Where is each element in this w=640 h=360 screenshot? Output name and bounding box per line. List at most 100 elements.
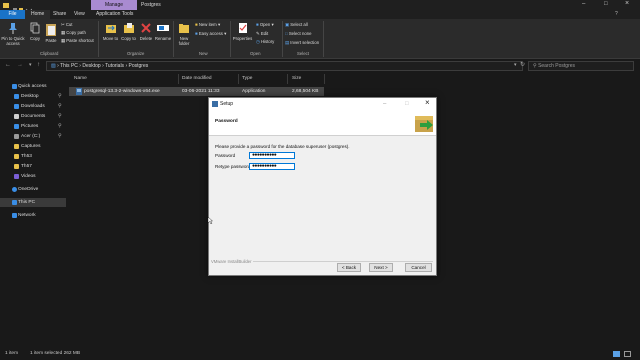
breadcrumb-this-pc[interactable]: This PC — [60, 63, 78, 69]
maximize-button[interactable]: □ — [604, 1, 608, 7]
select-none-button[interactable]: □ Select none — [285, 31, 319, 40]
search-box[interactable]: ⚲ Search Postgres — [528, 61, 634, 71]
manage-context-tab[interactable]: Manage — [91, 0, 137, 10]
copy-button[interactable]: Copy — [28, 22, 42, 41]
column-separator[interactable] — [287, 74, 288, 84]
dialog-maximize-button[interactable]: □ — [405, 98, 409, 110]
refresh-icon[interactable]: ↻ — [520, 61, 525, 68]
nav-item-pictures[interactable]: Pictures ⚲ — [0, 122, 66, 131]
paste-label: Paste — [45, 38, 57, 43]
nav-item-downloads[interactable]: Downloads ⚲ — [0, 102, 66, 111]
drive-icon — [14, 134, 19, 139]
nav-item-quick-access[interactable]: Quick access — [0, 82, 66, 91]
nav-item-onedrive[interactable]: OneDrive — [0, 185, 66, 194]
tab-file[interactable]: File — [0, 10, 25, 19]
recent-locations-button[interactable]: ▾ — [29, 62, 32, 68]
ribbon-separator — [323, 21, 324, 57]
installer-exe-icon — [76, 88, 82, 95]
history-button[interactable]: ◷ History — [256, 39, 274, 47]
quick-access-toolbar[interactable] — [12, 1, 33, 13]
address-bar[interactable]: ▧ › This PC › Desktop › Tutorials › Post… — [46, 61, 523, 71]
dialog-titlebar: Setup – □ × — [209, 98, 436, 110]
address-dropdown-icon[interactable]: ▾ — [514, 62, 517, 68]
computer-icon: ▧ — [51, 63, 56, 69]
paste-button[interactable]: Paste — [43, 22, 59, 43]
breadcrumb-postgres[interactable]: Postgres — [129, 63, 149, 69]
large-icons-view-icon[interactable] — [624, 351, 631, 357]
tab-view[interactable]: View — [68, 10, 91, 19]
copy-icon — [30, 22, 40, 34]
nav-item-th57[interactable]: Th57 — [0, 162, 66, 171]
copy-to-button[interactable]: Copy to — [120, 22, 137, 41]
open-icon: ■ — [256, 22, 259, 27]
properties-button[interactable]: Properties — [232, 22, 253, 41]
column-header-date[interactable]: Date modified — [182, 76, 212, 81]
selection-info: 1 item selected 262 MB — [30, 351, 81, 356]
nav-item-this-pc[interactable]: This PC — [0, 198, 66, 207]
file-name[interactable]: postgresql-13.3-2-windows-x64.exe — [84, 89, 160, 94]
column-separator[interactable] — [178, 74, 179, 84]
column-separator[interactable] — [324, 74, 325, 84]
invert-selection-label: Invert selection — [290, 40, 320, 45]
password-field[interactable]: ●●●●●●●●●● — [249, 152, 295, 159]
breadcrumb-desktop[interactable]: Desktop — [82, 63, 100, 69]
chevron-down-icon: ▾ — [224, 31, 227, 36]
nav-item-documents[interactable]: Documents ⚲ — [0, 112, 66, 121]
invert-selection-button[interactable]: ▤ Invert selection — [285, 40, 319, 49]
cancel-button[interactable]: Cancel — [405, 263, 432, 272]
paste-shortcut-button[interactable]: ▦ Paste shortcut — [61, 38, 94, 46]
retype-password-label: Retype password — [215, 164, 251, 169]
paste-shortcut-icon: ▦ — [61, 38, 66, 43]
new-item-button[interactable]: ■ New item ▾ — [195, 22, 226, 31]
column-header-name[interactable]: Name — [74, 76, 87, 81]
group-label-open: Open — [250, 51, 261, 56]
dialog-close-button[interactable]: × — [425, 97, 430, 109]
copy-path-icon: ▦ — [61, 30, 66, 35]
column-header-size[interactable]: Size — [292, 76, 301, 81]
nav-item-th53[interactable]: Th53 — [0, 152, 66, 161]
column-separator[interactable] — [238, 74, 239, 84]
edit-button[interactable]: ✎ Edit — [256, 31, 274, 39]
breadcrumb-tutorials[interactable]: Tutorials — [105, 63, 124, 69]
next-button[interactable]: Next > — [369, 263, 393, 272]
minimize-button[interactable]: – — [582, 1, 585, 7]
nav-label: Acer (C:) — [21, 134, 41, 139]
select-all-button[interactable]: ▣ Select all — [285, 22, 319, 31]
new-folder-label: New folder — [178, 36, 190, 46]
footer-divider — [253, 261, 433, 262]
back-button[interactable]: < Back — [337, 263, 361, 272]
computer-icon — [12, 200, 17, 205]
cut-button[interactable]: ✂ Cut — [61, 22, 94, 30]
tab-application-tools[interactable]: Application Tools — [90, 10, 139, 19]
pin-quick-access-button[interactable]: Pin to Quick access — [1, 22, 25, 46]
nav-item-desktop[interactable]: Desktop ⚲ — [0, 92, 66, 101]
nav-item-captures[interactable]: Captures — [0, 142, 66, 151]
close-button[interactable]: × — [625, 0, 629, 7]
nav-item-acer-c[interactable]: Acer (C:) ⚲ — [0, 132, 66, 141]
dialog-minimize-button[interactable]: – — [383, 98, 386, 110]
open-button[interactable]: ■ Open ▾ — [256, 22, 274, 31]
column-header-type[interactable]: Type — [242, 76, 252, 81]
details-view-icon[interactable] — [613, 351, 620, 357]
easy-access-icon: ■ — [195, 31, 198, 36]
open-label: Open — [259, 22, 271, 27]
easy-access-button[interactable]: ■ Easy access ▾ — [195, 31, 226, 40]
delete-button[interactable]: Delete — [138, 22, 154, 41]
rename-button[interactable]: Rename — [154, 22, 172, 41]
new-folder-button[interactable]: New folder — [175, 22, 193, 46]
move-to-button[interactable]: Move to — [102, 22, 119, 41]
forward-button[interactable]: → — [17, 62, 23, 68]
search-placeholder: Search Postgres — [538, 63, 576, 69]
paste-icon — [46, 24, 56, 36]
copy-to-label: Copy to — [121, 36, 136, 41]
up-button[interactable]: ↑ — [37, 62, 40, 68]
nav-item-videos[interactable]: Videos — [0, 172, 66, 181]
help-icon[interactable]: ? — [615, 11, 618, 17]
back-button[interactable]: ← — [5, 62, 11, 68]
move-to-icon — [105, 25, 116, 33]
retype-password-field[interactable]: ●●●●●●●●●● — [249, 163, 295, 170]
videos-icon — [14, 174, 19, 179]
ribbon-separator — [173, 21, 174, 57]
nav-item-network[interactable]: Network — [0, 211, 66, 220]
copy-path-button[interactable]: ▦ Copy path — [61, 30, 94, 38]
